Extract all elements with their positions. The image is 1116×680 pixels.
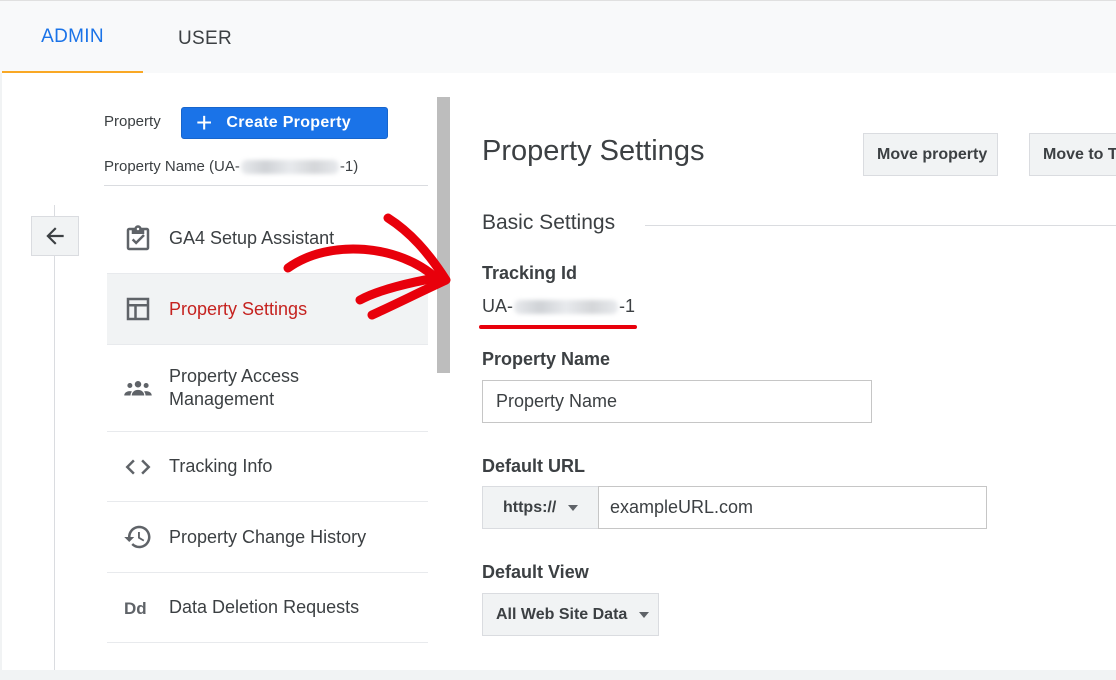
property-name-selector[interactable]: Property Name (UA- -1) [104, 158, 358, 175]
plus-icon: + [196, 107, 213, 138]
protocol-value: https:// [503, 498, 557, 516]
sidebar-scrollbar[interactable] [437, 97, 450, 373]
default-view-value: All Web Site Data [496, 605, 628, 623]
sidebar-item-label: GA4 Setup Assistant [169, 228, 335, 248]
sidebar-item-ga4-setup[interactable]: GA4 Setup Assistant [107, 204, 428, 274]
property-name-prefix: Property Name (UA- [104, 158, 240, 175]
section-divider [645, 225, 1116, 226]
annotation-underline [479, 325, 637, 329]
sidebar-item-label: Tracking Info [169, 456, 273, 476]
property-label: Property [104, 113, 161, 130]
tracking-id-prefix: UA- [482, 296, 513, 316]
layout-panel-icon [107, 294, 169, 324]
sidebar-item-change-history[interactable]: Property Change History [107, 502, 428, 573]
caret-down-icon [639, 611, 650, 618]
sidebar-item-property-settings[interactable]: Property Settings [107, 274, 428, 345]
nav-divider [104, 185, 428, 186]
arrow-left-icon [46, 227, 64, 245]
sidebar-item-tracking-info[interactable]: Tracking Info [107, 432, 428, 502]
default-url-label: Default URL [482, 456, 585, 476]
property-name-input[interactable] [482, 380, 872, 423]
history-icon [107, 522, 169, 552]
people-icon [107, 373, 169, 403]
tab-user[interactable]: USER [143, 1, 267, 74]
tracking-id-suffix: -1 [619, 296, 636, 316]
redacted-id [240, 160, 339, 175]
back-button[interactable] [31, 216, 79, 256]
sidebar-item-data-deletion[interactable]: Dd Data Deletion Requests [107, 573, 428, 643]
page-title: Property Settings [482, 135, 705, 167]
tracking-id-value: UA- -1 [482, 296, 635, 317]
dd-icon: Dd [107, 593, 169, 623]
sidebar-item-property-access[interactable]: Property Access Management [107, 345, 428, 432]
caret-down-icon [568, 504, 579, 511]
top-tab-bar: ADMIN USER [0, 0, 1116, 74]
protocol-select[interactable]: https:// [482, 486, 598, 529]
move-property-button[interactable]: Move property [863, 133, 998, 176]
default-view-select[interactable]: All Web Site Data [482, 593, 659, 636]
tab-admin[interactable]: ADMIN [2, 1, 143, 74]
property-name-suffix: -1) [339, 158, 359, 175]
sidebar-item-label: Property Access Management [169, 366, 300, 409]
svg-text:Dd: Dd [124, 599, 147, 618]
clipboard-check-icon [107, 224, 169, 254]
default-url-input[interactable] [598, 486, 987, 529]
property-name-label: Property Name [482, 349, 611, 369]
move-to-button[interactable]: Move to T [1029, 133, 1116, 176]
code-brackets-icon [107, 452, 169, 482]
sidebar-item-label: Data Deletion Requests [169, 597, 360, 617]
tracking-id-label: Tracking Id [482, 263, 578, 283]
create-property-label: Create Property [226, 114, 351, 131]
redacted-id [514, 300, 618, 315]
create-property-button[interactable]: + Create Property [181, 107, 388, 139]
section-title: Basic Settings [482, 211, 616, 234]
sidebar-item-label: Property Change History [169, 526, 367, 547]
default-view-label: Default View [482, 562, 589, 582]
sidebar-item-label: Property Settings [169, 298, 308, 319]
nav-guide-line [54, 205, 55, 670]
